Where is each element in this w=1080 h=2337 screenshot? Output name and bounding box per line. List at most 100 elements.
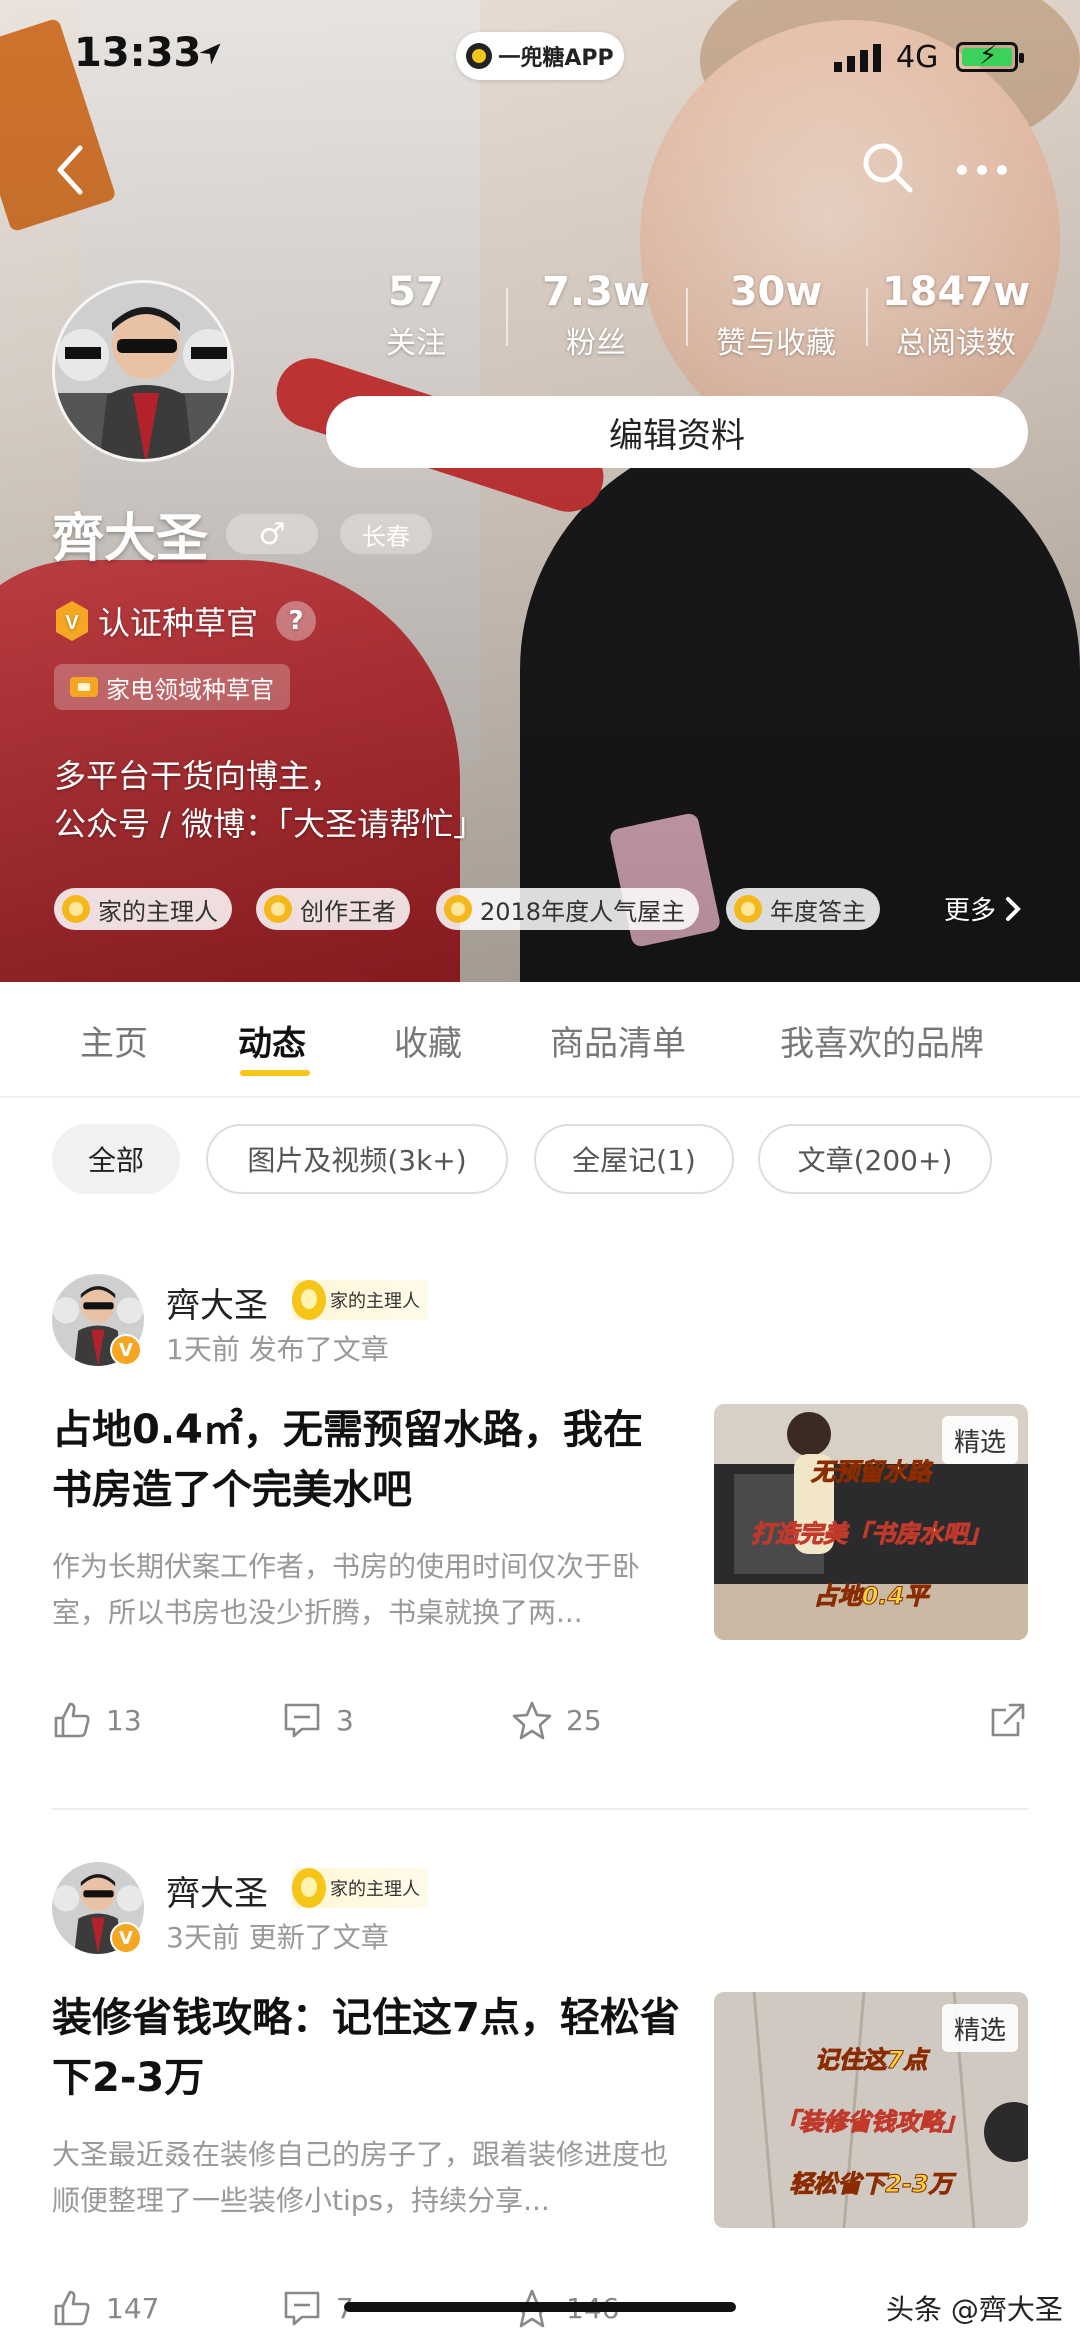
gender-badge: ♂ <box>226 514 318 554</box>
tab-liked-brands[interactable]: 我喜欢的品牌 <box>780 1016 984 1065</box>
profile-name: 齊大圣 <box>52 509 209 569</box>
help-icon[interactable]: ? <box>276 601 317 641</box>
badge-popular-host-2018[interactable]: 2018年度人气屋主 <box>436 888 700 930</box>
comment-count: 3 <box>336 1703 354 1737</box>
location-arrow-icon <box>199 43 221 65</box>
lightbulb-icon <box>292 1868 326 1908</box>
author-tag: 家的主理人 <box>292 1868 428 1908</box>
stat-total-reads[interactable]: 1847w 总阅读数 <box>866 262 1046 382</box>
stat-following[interactable]: 57 关注 <box>326 262 506 382</box>
bio-line: 公众号 / 微博：「大圣请帮忙」 <box>54 805 486 843</box>
thumbs-up-icon <box>54 2290 90 2326</box>
like-count: 147 <box>106 2291 160 2325</box>
post-author-name[interactable]: 齊大圣 <box>166 1278 268 1327</box>
stat-likes-favorites[interactable]: 30w 赞与收藏 <box>686 262 866 382</box>
filter-whole-house[interactable]: 全屋记(1) <box>534 1124 734 1194</box>
edit-profile-button[interactable]: 编辑资料 <box>326 396 1028 468</box>
comment-icon <box>284 2291 320 2326</box>
tab-home[interactable]: 主页 <box>80 1016 148 1065</box>
badge-home-host[interactable]: 家的主理人 <box>54 888 232 930</box>
post-thumbnail[interactable]: 记住这7点 「装修省钱攻略」 轻松省下2-3万 精选 <box>714 1992 1028 2228</box>
lightbulb-icon <box>292 1280 326 1320</box>
badge-label: 2018年度人气屋主 <box>480 897 686 926</box>
watermark: 头条 @齊大圣 <box>886 2293 1063 2326</box>
post-actions: 13 3 25 <box>52 1700 1028 1746</box>
domain-tag-label: 家电领域种草官 <box>106 675 274 704</box>
avatar-image <box>55 283 231 459</box>
signal-icon <box>834 44 881 72</box>
badge-list: 家的主理人 创作王者 2018年度人气屋主 年度答主 <box>54 888 1054 932</box>
filter-photos-videos[interactable]: 图片及视频(3k+) <box>206 1124 508 1194</box>
stat-value: 1847w <box>881 269 1031 315</box>
stat-label: 赞与收藏 <box>716 326 836 361</box>
author-tag-label: 家的主理人 <box>330 1291 420 1312</box>
star-icon <box>512 1701 552 1740</box>
male-icon: ♂ <box>258 516 286 552</box>
tab-product-list[interactable]: 商品清单 <box>550 1016 686 1065</box>
active-tab-indicator <box>240 1070 310 1076</box>
post-title[interactable]: 装修省钱攻略：记住这7点，轻松省下2-3万 <box>52 1988 682 2108</box>
chevron-right-icon <box>1006 896 1021 921</box>
badge-label: 年度答主 <box>770 897 866 926</box>
stat-label: 粉丝 <box>566 326 626 361</box>
profile-tabs: 主页 动态 收藏 商品清单 我喜欢的品牌 <box>0 982 1080 1096</box>
app-name: 一兜糖APP <box>498 46 614 71</box>
like-button[interactable]: 13 <box>52 1700 142 1740</box>
more-label: 更多 <box>944 896 997 926</box>
badge-answerer-of-year[interactable]: 年度答主 <box>726 888 880 930</box>
city-badge[interactable]: 长春 <box>340 514 432 554</box>
post-divider <box>52 1808 1028 1810</box>
thumbnail-caption: 轻松省下2-3万 <box>789 2170 953 2199</box>
featured-tag: 精选 <box>941 1416 1018 1464</box>
comment-icon <box>284 1703 320 1738</box>
like-button[interactable]: 147 <box>52 2288 159 2328</box>
thumbs-up-icon <box>54 1702 90 1738</box>
medal-icon <box>444 895 472 923</box>
post-excerpt: 大圣最近叒在装修自己的房子了，跟着装修进度也顺便整理了一些装修小tips，持续分… <box>52 2138 669 2217</box>
tab-activity[interactable]: 动态 <box>238 1016 306 1065</box>
certification-row[interactable]: V 认证种草官 ? <box>54 598 317 644</box>
avatar[interactable] <box>52 280 234 462</box>
more-badges-link[interactable]: 更多 <box>944 890 1024 927</box>
favorite-button[interactable]: 25 <box>512 1700 602 1740</box>
tab-favorites[interactable]: 收藏 <box>394 1016 462 1065</box>
profile-header: 13:33 一兜糖APP 4G ⚡ 57 关注 7.3w 粉丝 30w 赞与收藏… <box>0 0 1080 982</box>
stat-value: 57 <box>388 269 444 315</box>
stat-value: 30w <box>729 269 823 315</box>
post-meta: 1天前 发布了文章 <box>166 1333 389 1366</box>
share-button[interactable] <box>988 1700 1042 1740</box>
thumbnail-caption: 「装修省钱攻略」 <box>775 2108 968 2137</box>
author-tag: 家的主理人 <box>292 1280 428 1320</box>
post-title[interactable]: 占地0.4㎡，无需预留水路，我在书房造了个完美水吧 <box>52 1400 682 1520</box>
filter-articles[interactable]: 文章(200+) <box>758 1124 992 1194</box>
badge-label: 家的主理人 <box>98 897 218 926</box>
domain-tag[interactable]: 家电领域种草官 <box>54 664 290 710</box>
stat-followers[interactable]: 7.3w 粉丝 <box>506 262 686 382</box>
svg-text:V: V <box>65 612 79 634</box>
more-options-icon[interactable] <box>952 160 1012 180</box>
like-count: 13 <box>106 1703 142 1737</box>
verified-v-icon: V <box>56 601 88 641</box>
home-indicator[interactable] <box>344 2302 736 2312</box>
status-bar: 13:33 一兜糖APP 4G ⚡ <box>0 0 1080 110</box>
feed-post[interactable]: V 齊大圣 家的主理人 3天前 更新了文章 装修省钱攻略：记住这7点，轻松省下2… <box>0 1862 1080 2337</box>
medal-icon <box>734 895 762 923</box>
profile-stats: 57 关注 7.3w 粉丝 30w 赞与收藏 1847w 总阅读数 <box>326 262 1046 382</box>
network-type: 4G <box>896 40 939 75</box>
featured-tag: 精选 <box>941 2004 1018 2052</box>
comment-button[interactable]: 3 <box>282 1700 354 1740</box>
comment-button[interactable]: 7 <box>282 2288 354 2328</box>
divider <box>0 1096 1080 1098</box>
app-logo-icon <box>466 43 493 69</box>
medal-icon <box>62 895 90 923</box>
search-icon[interactable] <box>858 138 918 198</box>
post-author-name[interactable]: 齊大圣 <box>166 1866 268 1915</box>
filter-all[interactable]: 全部 <box>52 1124 180 1194</box>
post-thumbnail[interactable]: 无预留水路 打造完美「书房水吧」 占地0.4平 精选 <box>714 1404 1028 1640</box>
back-arrow-icon[interactable] <box>50 140 90 200</box>
badge-creator-king[interactable]: 创作王者 <box>256 888 410 930</box>
app-back-pill[interactable]: 一兜糖APP <box>456 32 624 80</box>
profile-bio: 多平台干货向博主， 公众号 / 微博：「大圣请帮忙」 <box>54 752 485 848</box>
feed-post[interactable]: V 齊大圣 家的主理人 1天前 发布了文章 占地0.4㎡，无需预留水路，我在书房… <box>0 1274 1080 1794</box>
ticket-icon <box>70 677 98 697</box>
